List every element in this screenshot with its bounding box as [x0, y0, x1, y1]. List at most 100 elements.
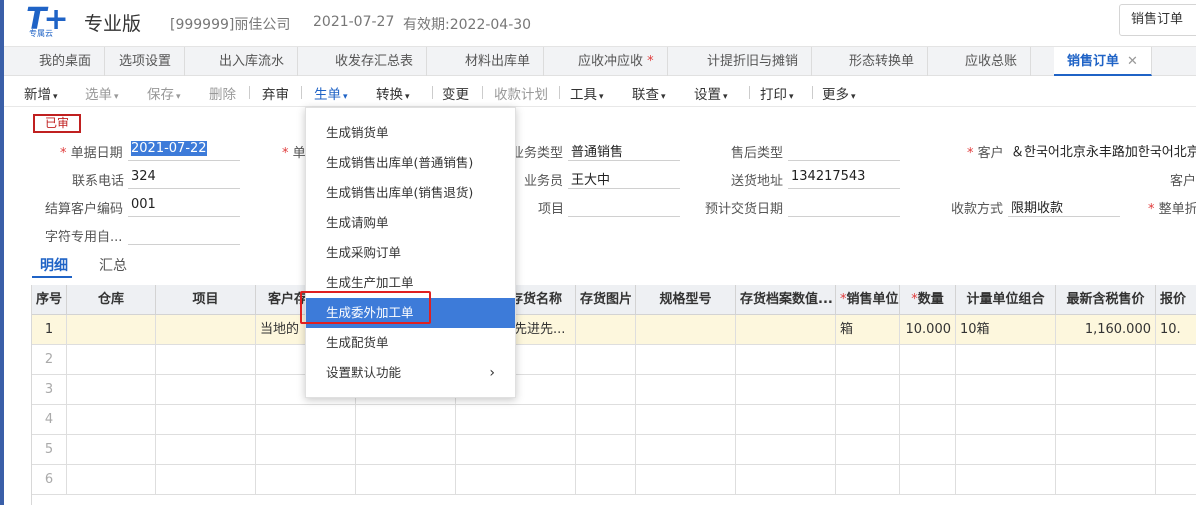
- cell-spec[interactable]: [636, 315, 736, 345]
- expected-date-field[interactable]: [788, 197, 900, 217]
- cell-latest-price[interactable]: [1056, 405, 1156, 435]
- cell-quote[interactable]: [1156, 405, 1196, 435]
- cell-unit-combo[interactable]: [956, 405, 1056, 435]
- cell-warehouse[interactable]: [67, 435, 156, 465]
- col-header-latest-price[interactable]: 最新含税售价: [1056, 285, 1156, 315]
- cell-customer-inv[interactable]: [256, 465, 356, 495]
- collection-plan-button[interactable]: 收款计划: [494, 83, 548, 103]
- cell-project[interactable]: [156, 345, 256, 375]
- settle-code-field[interactable]: 001: [128, 197, 240, 217]
- biz-type-field[interactable]: 普通销售: [568, 141, 680, 161]
- cell-unit-combo[interactable]: [956, 375, 1056, 405]
- cell-sales-unit[interactable]: [836, 345, 900, 375]
- menu-item-default-setting[interactable]: 设置默认功能 ›: [306, 358, 515, 388]
- cell-project[interactable]: [156, 405, 256, 435]
- cell-quote[interactable]: 10.: [1156, 315, 1196, 345]
- col-header-quote[interactable]: 报价: [1156, 285, 1196, 315]
- cell-hidden[interactable]: [356, 465, 456, 495]
- print-button[interactable]: 打印 ▾: [760, 83, 794, 103]
- cell-project[interactable]: [156, 375, 256, 405]
- cell-quantity[interactable]: [900, 375, 956, 405]
- select-button[interactable]: 选单 ▾: [85, 83, 119, 103]
- cell-spec[interactable]: [636, 435, 736, 465]
- settings-button[interactable]: 设置 ▾: [694, 83, 728, 103]
- tab-options[interactable]: 选项设置: [106, 47, 186, 76]
- tab-summary[interactable]: 汇总: [99, 255, 127, 275]
- convert-button[interactable]: 转换 ▾: [376, 83, 410, 103]
- cell-unit-combo[interactable]: 10箱: [956, 315, 1056, 345]
- cell-quote[interactable]: [1156, 345, 1196, 375]
- cell-unit-combo[interactable]: [956, 435, 1056, 465]
- pay-method-field[interactable]: 限期收款: [1008, 197, 1120, 217]
- tab-material-outbound[interactable]: 材料出库单: [452, 47, 545, 76]
- cell-inv-image[interactable]: [576, 465, 636, 495]
- cell-latest-price[interactable]: [1056, 345, 1156, 375]
- tab-receivable-ledger[interactable]: 应收总账: [952, 47, 1032, 76]
- cell-inv-image[interactable]: [576, 405, 636, 435]
- cell-warehouse[interactable]: [67, 375, 156, 405]
- col-header-warehouse[interactable]: 仓库: [67, 285, 156, 315]
- menu-item-gen-purchase-order[interactable]: 生成采购订单: [306, 238, 515, 268]
- char-field[interactable]: [128, 225, 240, 245]
- tab-detail[interactable]: 明细: [40, 255, 68, 275]
- menu-item-gen-allocation[interactable]: 生成配货单: [306, 328, 515, 358]
- tab-desktop[interactable]: 我的桌面: [26, 47, 106, 76]
- cell-inv-image[interactable]: [576, 435, 636, 465]
- col-header-inv-archive[interactable]: 存货档案数值...: [736, 285, 836, 315]
- tab-inventory-summary[interactable]: 收发存汇总表: [322, 47, 428, 76]
- salesman-field[interactable]: 王大中: [568, 169, 680, 189]
- new-button[interactable]: 新增 ▾: [24, 83, 58, 103]
- cell-sales-unit[interactable]: [836, 435, 900, 465]
- cell-inv-image[interactable]: [576, 375, 636, 405]
- cell-inv-archive[interactable]: [736, 375, 836, 405]
- cell-inv-archive[interactable]: [736, 405, 836, 435]
- menu-item-gen-sales-outbound-return[interactable]: 生成销售出库单(销售退货): [306, 178, 515, 208]
- tab-inout-flow[interactable]: 出入库流水: [206, 47, 299, 76]
- cell-warehouse[interactable]: [67, 465, 156, 495]
- cell-inv-archive[interactable]: [736, 435, 836, 465]
- cell-inv-archive[interactable]: [736, 315, 836, 345]
- cell-unit-combo[interactable]: [956, 465, 1056, 495]
- cell-customer-inv[interactable]: [256, 405, 356, 435]
- save-button[interactable]: 保存 ▾: [147, 83, 181, 103]
- col-header-quantity[interactable]: *数量: [900, 285, 956, 315]
- col-header-unit-combo[interactable]: 计量单位组合: [956, 285, 1056, 315]
- cell-inv-image[interactable]: [576, 345, 636, 375]
- tab-sales-order[interactable]: 销售订单 ✕: [1054, 47, 1152, 76]
- cell-spec[interactable]: [636, 405, 736, 435]
- change-button[interactable]: 变更: [442, 83, 469, 103]
- cell-customer-inv[interactable]: [256, 435, 356, 465]
- menu-item-gen-sales-outbound-normal[interactable]: 生成销售出库单(普通销售): [306, 148, 515, 178]
- close-icon[interactable]: ✕: [1127, 54, 1138, 69]
- cell-sales-unit[interactable]: [836, 405, 900, 435]
- cell-hidden[interactable]: [356, 435, 456, 465]
- cell-quantity[interactable]: [900, 405, 956, 435]
- menu-item-gen-purchase-request[interactable]: 生成请购单: [306, 208, 515, 238]
- delete-button[interactable]: 删除: [209, 83, 236, 103]
- project-field[interactable]: [568, 197, 680, 217]
- cell-latest-price[interactable]: [1056, 465, 1156, 495]
- cell-latest-price[interactable]: 1,160.000: [1056, 315, 1156, 345]
- cell-unit-combo[interactable]: [956, 345, 1056, 375]
- cell-sales-unit[interactable]: [836, 465, 900, 495]
- cell-warehouse[interactable]: [67, 315, 156, 345]
- cell-inv-name[interactable]: [456, 465, 576, 495]
- after-sales-field[interactable]: [788, 141, 900, 161]
- cell-inv-archive[interactable]: [736, 465, 836, 495]
- doc-date-field[interactable]: 2021-07-22: [128, 141, 240, 161]
- cell-spec[interactable]: [636, 465, 736, 495]
- cell-quote[interactable]: [1156, 375, 1196, 405]
- sales-order-button[interactable]: 销售订单: [1119, 4, 1196, 36]
- cell-inv-name[interactable]: [456, 435, 576, 465]
- menu-item-gen-delivery[interactable]: 生成销货单: [306, 118, 515, 148]
- cell-quantity[interactable]: [900, 465, 956, 495]
- cell-project[interactable]: [156, 315, 256, 345]
- ship-addr-field[interactable]: 134217543: [788, 169, 900, 189]
- cell-spec[interactable]: [636, 345, 736, 375]
- discard-approval-button[interactable]: 弃审: [262, 83, 289, 103]
- cell-inv-image[interactable]: [576, 315, 636, 345]
- cell-quote[interactable]: [1156, 465, 1196, 495]
- col-header-seq[interactable]: 序号: [32, 285, 67, 315]
- cell-quote[interactable]: [1156, 435, 1196, 465]
- phone-field[interactable]: 324: [128, 169, 240, 189]
